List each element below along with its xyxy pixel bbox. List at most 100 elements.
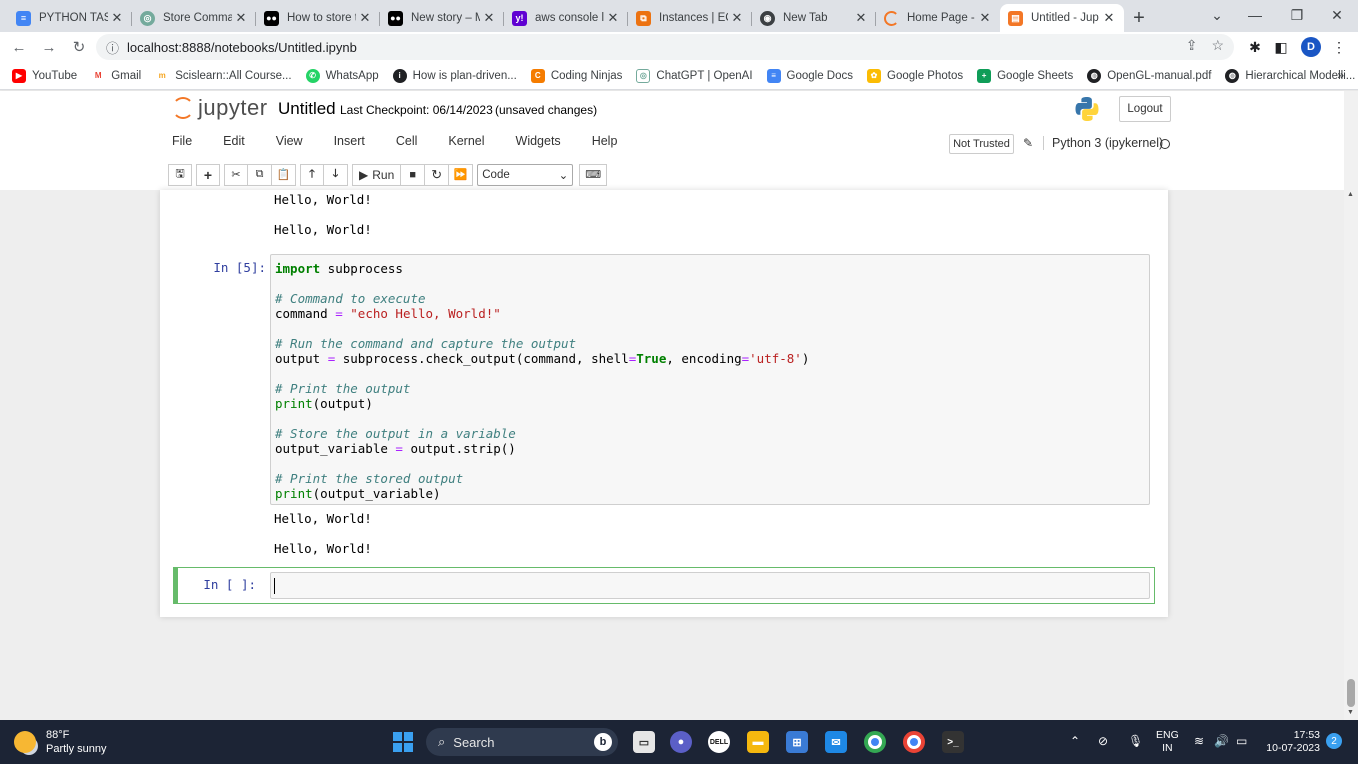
bookmark-chatgpt[interactable]: ◎ ChatGPT | OpenAI [636, 68, 753, 83]
menu-edit[interactable]: Edit [221, 134, 247, 148]
menu-kernel[interactable]: Kernel [446, 134, 486, 148]
insert-cell-plus-icon[interactable]: + [196, 163, 220, 186]
chrome-icon[interactable] [864, 731, 886, 753]
task-view-icon[interactable]: ▭ [633, 731, 655, 753]
cell-type-select[interactable]: Code ⌄ [477, 163, 574, 186]
dell-icon[interactable]: DELL [708, 731, 730, 753]
bookmark-google-photos[interactable]: ✿ Google Photos [867, 68, 963, 83]
page-scrollbar[interactable]: ▲ ▼ [1344, 91, 1358, 720]
menu-view[interactable]: View [274, 134, 305, 148]
paste-icon[interactable]: 📋 [272, 163, 296, 186]
close-icon[interactable]: ✕ [358, 10, 372, 26]
tab-untitled-jupyter[interactable]: ▤ Untitled - Jup ✕ [1000, 4, 1124, 32]
kebab-menu-icon[interactable]: ⋮ [1328, 36, 1350, 58]
restart-icon[interactable]: ↻ [425, 163, 450, 186]
logout-button[interactable]: Logout [1119, 96, 1171, 122]
close-icon[interactable]: ✕ [1102, 10, 1116, 26]
scrollbar-thumb[interactable] [1347, 679, 1355, 707]
close-icon[interactable]: ✕ [978, 10, 992, 26]
system-clock[interactable]: 17:53 10-07-2023 [1260, 729, 1320, 755]
menu-help[interactable]: Help [590, 134, 620, 148]
back-arrow-icon[interactable]: ← [4, 34, 34, 60]
close-icon[interactable]: ✕ [606, 10, 620, 26]
selected-cell[interactable]: In [ ]: [173, 567, 1155, 604]
tray-chevron-up-icon[interactable]: ⌃ [1070, 734, 1080, 748]
jupyter-logo[interactable]: jupyter [172, 95, 268, 121]
tab-instances-ec2[interactable]: ⧉ Instances | EC ✕ [628, 4, 752, 32]
tab-aws-console[interactable]: y! aws console lo ✕ [504, 4, 628, 32]
code-cell-editor-empty[interactable] [270, 572, 1150, 599]
tab-store-command[interactable]: ◎Store Comman✕ [132, 4, 256, 32]
tab-how-to-store[interactable]: ●● How to store t ✕ [256, 4, 380, 32]
tab-home-page[interactable]: Home Page - ✕ [876, 4, 1000, 32]
minimize-icon[interactable]: — [1232, 0, 1278, 30]
forward-arrow-icon[interactable]: → [34, 34, 64, 60]
menu-insert[interactable]: Insert [332, 134, 367, 148]
extensions-puzzle-icon[interactable]: ✱ [1244, 36, 1266, 58]
bookmark-star-icon[interactable]: ☆ [1211, 37, 1224, 54]
interrupt-stop-icon[interactable]: ■ [401, 163, 426, 186]
notification-badge[interactable]: 2 [1326, 733, 1342, 749]
battery-icon[interactable]: ▭ [1236, 734, 1247, 748]
bookmark-hierarchical[interactable]: ◍ Hierarchical Modelli... [1225, 68, 1355, 83]
address-bar[interactable]: ⓘ localhost:8888/notebooks/Untitled.ipyn… [96, 34, 1234, 60]
bookmark-opengl-manual[interactable]: ◍ OpenGL-manual.pdf [1087, 68, 1211, 83]
run-button[interactable]: ▶ Run [352, 163, 402, 186]
reload-icon[interactable]: ↻ [64, 34, 94, 60]
tab-python-task[interactable]: ≡PYTHON TASK✕ [8, 4, 132, 32]
teams-chat-icon[interactable]: ● [670, 731, 692, 753]
edit-pencil-icon[interactable]: ✎ [1023, 136, 1033, 150]
weather-widget[interactable]: 88°F Partly sunny [14, 728, 107, 756]
close-icon[interactable]: ✕ [730, 10, 744, 26]
move-down-arrow-icon[interactable]: 🡓 [324, 163, 348, 186]
close-icon[interactable]: ✕ [482, 10, 496, 26]
bookmark-plan-driven[interactable]: i How is plan-driven... [392, 68, 517, 83]
not-trusted-button[interactable]: Not Trusted [949, 134, 1014, 154]
tab-new-tab[interactable]: ◉ New Tab ✕ [752, 4, 876, 32]
terminal-icon[interactable]: >_ [942, 731, 964, 753]
fast-forward-icon[interactable]: ⏩ [449, 163, 474, 186]
windows-start-icon[interactable] [393, 732, 413, 752]
wifi-icon[interactable]: ≋ [1194, 734, 1204, 748]
menu-file[interactable]: File [170, 134, 194, 148]
input-language[interactable]: ENG IN [1156, 729, 1179, 755]
network-off-icon[interactable]: ⊘ [1098, 734, 1108, 748]
more-bookmarks-icon[interactable]: » [1337, 68, 1344, 82]
save-icon[interactable]: 🖫 [168, 163, 192, 186]
side-panel-icon[interactable]: ◧ [1270, 36, 1292, 58]
bookmark-youtube[interactable]: ▶ YouTube [12, 68, 77, 83]
copy-icon[interactable]: ⧉ [248, 163, 272, 186]
close-icon[interactable]: ✕ [854, 10, 868, 26]
bookmark-google-docs[interactable]: ≡ Google Docs [766, 68, 853, 83]
scroll-down-arrow-icon[interactable]: ▼ [1347, 709, 1354, 716]
new-tab-button[interactable]: + [1124, 4, 1154, 32]
close-icon[interactable]: ✕ [234, 10, 248, 26]
microsoft-store-icon[interactable]: ⊞ [786, 731, 808, 753]
bookmark-whatsapp[interactable]: ✆ WhatsApp [305, 68, 379, 83]
microphone-icon[interactable]: 🎙 [1128, 734, 1143, 748]
kernel-name[interactable]: Python 3 (ipykernel) [1043, 136, 1163, 150]
volume-icon[interactable]: 🔊 [1214, 734, 1229, 748]
code-cell-editor[interactable]: import subprocess # Command to execute c… [270, 254, 1150, 505]
taskbar-search[interactable]: ⌕ Search b [426, 728, 618, 756]
window-close-icon[interactable]: ✕ [1314, 0, 1358, 30]
notebook-title[interactable]: Untitled [278, 99, 336, 119]
keyboard-icon[interactable]: ⌨ [579, 163, 608, 186]
info-icon[interactable]: ⓘ [106, 38, 119, 57]
chrome-profile-icon[interactable] [903, 731, 925, 753]
menu-widgets[interactable]: Widgets [514, 134, 563, 148]
menu-cell[interactable]: Cell [394, 134, 420, 148]
mail-icon[interactable]: ✉ [825, 731, 847, 753]
profile-avatar[interactable]: D [1301, 37, 1321, 57]
cut-scissors-icon[interactable]: ✂ [224, 163, 248, 186]
tab-new-story[interactable]: ●● New story – M ✕ [380, 4, 504, 32]
share-icon[interactable]: ⇪ [1186, 37, 1198, 54]
file-explorer-icon[interactable]: ▬ [747, 731, 769, 753]
move-up-arrow-icon[interactable]: 🡑 [300, 163, 324, 186]
bookmark-coding-ninjas[interactable]: C Coding Ninjas [530, 68, 622, 83]
bookmark-google-sheets[interactable]: + Google Sheets [977, 68, 1073, 83]
bookmark-gmail[interactable]: M Gmail [91, 68, 141, 83]
scroll-up-arrow-icon[interactable]: ▲ [1347, 191, 1354, 198]
close-icon[interactable]: ✕ [110, 10, 124, 26]
bookmark-scislearn[interactable]: m Scislearn::All Course... [155, 68, 292, 83]
